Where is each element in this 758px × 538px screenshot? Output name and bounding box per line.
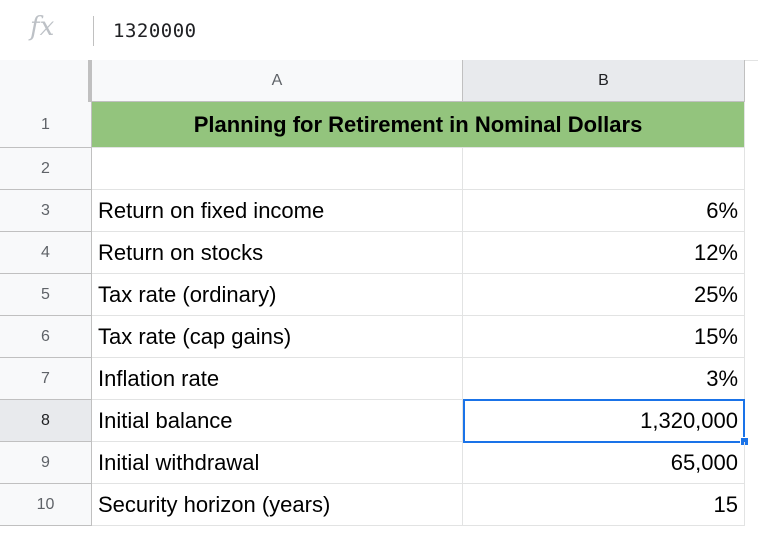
column-header-b[interactable]: B: [463, 60, 745, 102]
row-header-10[interactable]: 10: [0, 484, 92, 526]
formula-input[interactable]: 1320000: [113, 20, 197, 42]
cell-a9[interactable]: Initial withdrawal: [92, 442, 463, 484]
column-header-a[interactable]: A: [92, 60, 463, 102]
row-header-5[interactable]: 5: [0, 274, 92, 316]
cell-b7[interactable]: 3%: [463, 358, 745, 400]
cell-a5[interactable]: Tax rate (ordinary): [92, 274, 463, 316]
cell-b2[interactable]: [463, 148, 745, 190]
row-header-1[interactable]: 1: [0, 102, 92, 148]
formula-bar-divider: [93, 16, 94, 46]
cell-a6[interactable]: Tax rate (cap gains): [92, 316, 463, 358]
select-all-corner[interactable]: [0, 60, 92, 106]
cell-b3[interactable]: 6%: [463, 190, 745, 232]
row-header-6[interactable]: 6: [0, 316, 92, 358]
cell-a4[interactable]: Return on stocks: [92, 232, 463, 274]
cell-b5[interactable]: 25%: [463, 274, 745, 316]
cell-a7[interactable]: Inflation rate: [92, 358, 463, 400]
row-header-2[interactable]: 2: [0, 148, 92, 190]
cell-b10[interactable]: 15: [463, 484, 745, 526]
row-header-4[interactable]: 4: [0, 232, 92, 274]
title-cell[interactable]: Planning for Retirement in Nominal Dolla…: [92, 102, 745, 148]
formula-bar: fx 1320000: [0, 0, 758, 61]
row-header-3[interactable]: 3: [0, 190, 92, 232]
row-header-7[interactable]: 7: [0, 358, 92, 400]
cell-a10[interactable]: Security horizon (years): [92, 484, 463, 526]
cell-a8[interactable]: Initial balance: [92, 400, 463, 442]
row-header-8[interactable]: 8: [0, 400, 92, 442]
row-header-9[interactable]: 9: [0, 442, 92, 484]
cell-b9[interactable]: 65,000: [463, 442, 745, 484]
cell-a2[interactable]: [92, 148, 463, 190]
cell-b6[interactable]: 15%: [463, 316, 745, 358]
cell-b4[interactable]: 12%: [463, 232, 745, 274]
cell-a3[interactable]: Return on fixed income: [92, 190, 463, 232]
cell-b8[interactable]: 1,320,000: [463, 400, 745, 442]
fx-icon: fx: [30, 12, 55, 42]
